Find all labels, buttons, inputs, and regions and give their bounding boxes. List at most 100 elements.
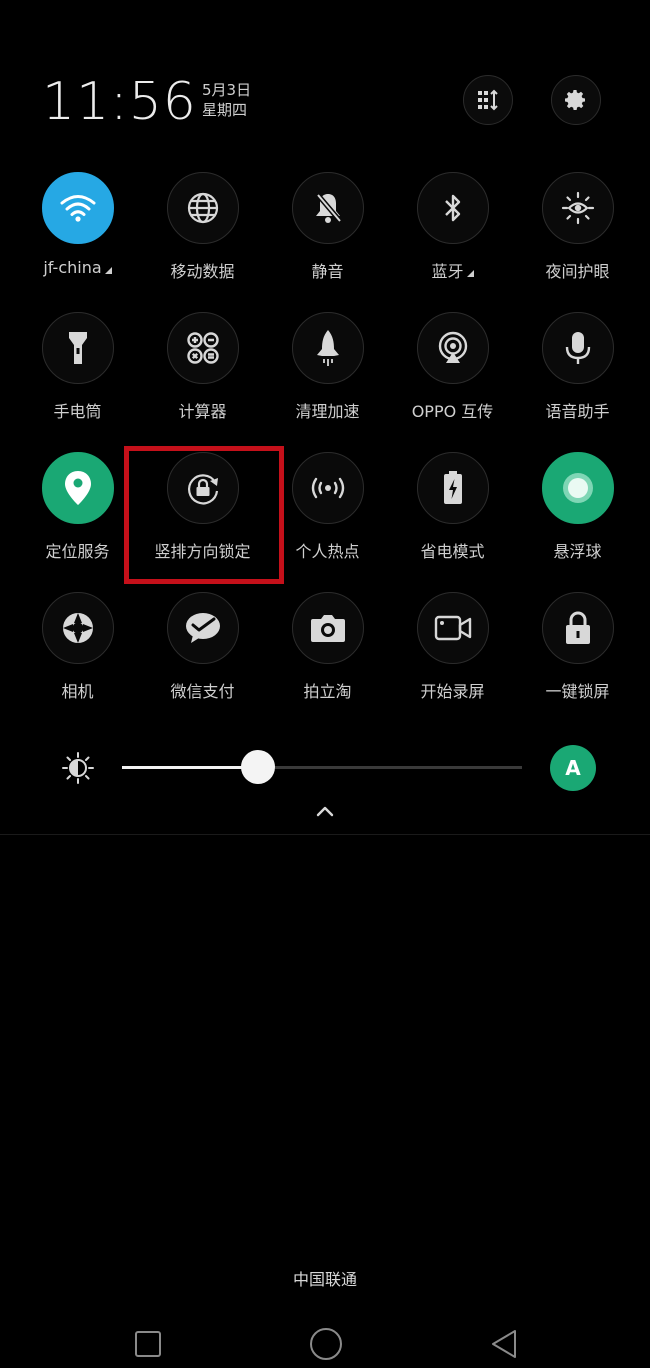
tile-power-saving-toggle[interactable]: [416, 452, 489, 524]
tile-night-eye-label: 夜间护眼: [545, 262, 610, 281]
tile-floating-ball-toggle[interactable]: [541, 452, 614, 524]
tile-mute-label: 静音: [311, 262, 344, 281]
edit-tiles-button[interactable]: [463, 75, 513, 125]
gear-icon: [565, 90, 585, 110]
tile-wechat-pay-label: 微信支付: [170, 682, 235, 701]
tile-label: jf-china: [43, 258, 112, 277]
tile-flashlight-label: 手电筒: [53, 402, 102, 421]
tile-location-label: 定位服务: [45, 542, 110, 561]
hotspot-icon: [311, 477, 344, 499]
recent-apps-button[interactable]: [126, 1322, 170, 1366]
tile-power-saving[interactable]: 省电模式: [390, 452, 515, 592]
tile-pailitao-toggle[interactable]: [291, 592, 364, 664]
tile-wifi[interactable]: jf-china: [15, 172, 140, 312]
tile-mobile-data[interactable]: 移动数据: [140, 172, 265, 312]
tiles-row: 相机 微信支付 拍立淘 开始录屏 一键锁屏: [15, 592, 640, 732]
tile-voice-assistant-label: 语音助手: [545, 402, 610, 421]
tile-mute-toggle[interactable]: [291, 172, 364, 244]
tile-camera-toggle[interactable]: [41, 592, 114, 664]
tiles-row: 定位服务 竖排方向锁定 个人热点 省电模式 悬浮球: [15, 452, 640, 592]
camera-icon: [310, 615, 345, 642]
tile-calculator[interactable]: 计算器: [140, 312, 265, 452]
tile-cleanup-toggle[interactable]: [291, 312, 364, 384]
tile-mobile-data-toggle[interactable]: [166, 172, 239, 244]
tile-bluetooth-label: 蓝牙: [431, 262, 464, 281]
tile-mobile-data-label: 移动数据: [170, 262, 235, 281]
share-signal-icon: [438, 331, 467, 363]
tile-oppo-share-toggle[interactable]: [416, 312, 489, 384]
location-pin-icon: [64, 471, 91, 505]
tile-wifi-toggle[interactable]: [41, 172, 114, 244]
tile-power-saving-label: 省电模式: [420, 542, 485, 561]
tile-wifi-label: jf-china: [43, 258, 102, 277]
settings-button[interactable]: [551, 75, 601, 125]
battery-icon: [443, 471, 462, 504]
bluetooth-icon: [444, 194, 460, 222]
tile-one-key-lock[interactable]: 一键锁屏: [515, 592, 640, 732]
tiles-row: 手电筒 计算器 清理加速 OPPO 互传 语音助手: [15, 312, 640, 452]
tile-camera-label: 相机: [61, 682, 94, 701]
wifi-icon: [60, 195, 95, 222]
submenu-indicator-icon: [104, 267, 112, 274]
calculator-icon: [186, 332, 219, 364]
back-triangle-icon: [492, 1330, 516, 1358]
quick-settings-grid: jf-china 移动数据 静音 蓝牙 夜间护眼 手电筒 计算器 清理加速 OP…: [15, 172, 640, 732]
microphone-icon: [565, 332, 590, 364]
tile-night-eye[interactable]: 夜间护眼: [515, 172, 640, 312]
tile-label: 蓝牙: [431, 258, 474, 282]
flashlight-icon: [68, 332, 87, 364]
tile-screen-record-label: 开始录屏: [420, 682, 485, 701]
mute-bell-icon: [315, 193, 342, 223]
submenu-indicator-icon: [466, 269, 474, 277]
auto-brightness-button[interactable]: A: [550, 745, 596, 791]
carrier-name: 中国联通: [292, 1270, 357, 1289]
tile-wechat-pay-toggle[interactable]: [166, 592, 239, 664]
tile-hotspot-toggle[interactable]: [291, 452, 364, 524]
tile-floating-ball[interactable]: 悬浮球: [515, 452, 640, 592]
tile-cleanup[interactable]: 清理加速: [265, 312, 390, 452]
tile-pailitao[interactable]: 拍立淘: [265, 592, 390, 732]
tile-flashlight[interactable]: 手电筒: [15, 312, 140, 452]
grid-sort-icon: [478, 89, 498, 111]
tile-voice-assistant-toggle[interactable]: [541, 312, 614, 384]
tiles-row: jf-china 移动数据 静音 蓝牙 夜间护眼: [15, 172, 640, 312]
tile-floating-ball-label: 悬浮球: [553, 542, 602, 561]
tile-bluetooth-toggle[interactable]: [416, 172, 489, 244]
home-button[interactable]: [304, 1322, 348, 1366]
tile-calculator-toggle[interactable]: [166, 312, 239, 384]
brightness-slider-fill: [122, 766, 258, 769]
tile-wechat-pay[interactable]: 微信支付: [140, 592, 265, 732]
back-button[interactable]: [482, 1322, 526, 1366]
tile-night-eye-toggle[interactable]: [541, 172, 614, 244]
square-icon: [135, 1331, 161, 1357]
weekday-text: 星期四: [202, 101, 248, 119]
tile-location-toggle[interactable]: [41, 452, 114, 524]
brightness-icon: [62, 752, 94, 784]
tile-bluetooth[interactable]: 蓝牙: [390, 172, 515, 312]
tile-one-key-lock-label: 一键锁屏: [545, 682, 610, 701]
tile-oppo-share[interactable]: OPPO 互传: [390, 312, 515, 452]
brightness-slider-knob[interactable]: [241, 750, 275, 784]
date-text: 5月3日: [202, 81, 252, 99]
tile-flashlight-toggle[interactable]: [41, 312, 114, 384]
floating-ball-icon: [562, 473, 593, 503]
rocket-icon: [316, 330, 339, 366]
highlight-box: [124, 446, 284, 584]
circle-icon: [310, 1328, 342, 1360]
tile-location[interactable]: 定位服务: [15, 452, 140, 592]
tile-pailitao-label: 拍立淘: [303, 682, 352, 701]
tile-one-key-lock-toggle[interactable]: [541, 592, 614, 664]
panel-divider: [0, 834, 650, 835]
tile-cleanup-label: 清理加速: [295, 402, 360, 421]
tile-mute[interactable]: 静音: [265, 172, 390, 312]
tile-camera[interactable]: 相机: [15, 592, 140, 732]
tile-screen-record-toggle[interactable]: [416, 592, 489, 664]
date-display: 5月3日 星期四: [202, 80, 251, 120]
clock-time: 11:56: [42, 72, 197, 132]
brightness-slider[interactable]: [122, 750, 522, 784]
tile-voice-assistant[interactable]: 语音助手: [515, 312, 640, 452]
tile-screen-record[interactable]: 开始录屏: [390, 592, 515, 732]
chevron-up-icon[interactable]: [313, 800, 337, 822]
tile-calculator-label: 计算器: [178, 402, 227, 421]
camera-aperture-icon: [62, 613, 93, 643]
